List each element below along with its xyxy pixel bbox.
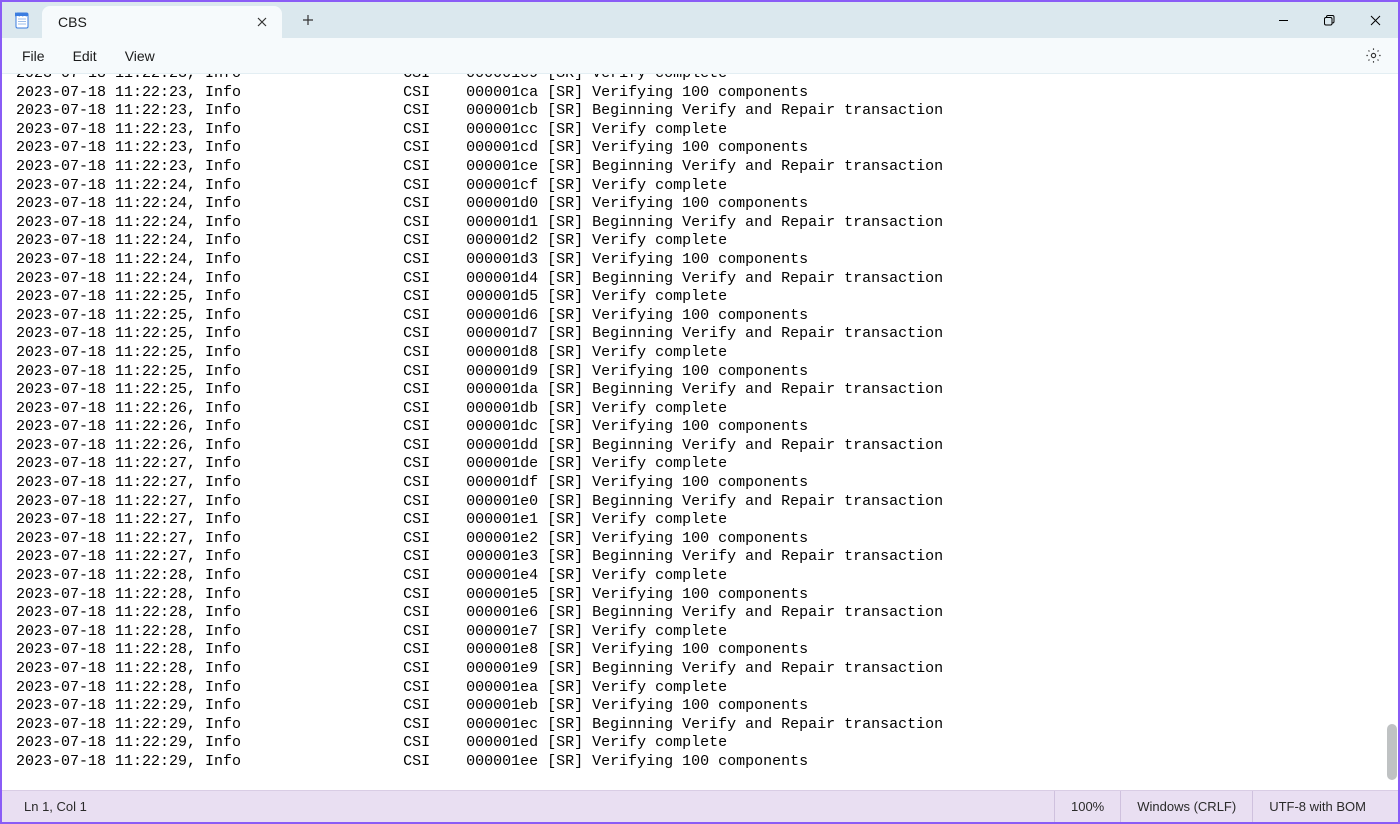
minimize-button[interactable]: [1260, 4, 1306, 36]
new-tab-button[interactable]: [292, 6, 324, 34]
menu-view[interactable]: View: [115, 44, 165, 68]
menu-file[interactable]: File: [12, 44, 55, 68]
settings-button[interactable]: [1358, 41, 1388, 71]
statusbar: Ln 1, Col 1 100% Windows (CRLF) UTF-8 wi…: [2, 790, 1398, 822]
scrollbar-thumb[interactable]: [1387, 724, 1397, 780]
status-caret-position[interactable]: Ln 1, Col 1: [24, 791, 103, 822]
close-window-button[interactable]: [1352, 4, 1398, 36]
scrollbar-track[interactable]: [1384, 74, 1398, 790]
maximize-button[interactable]: [1306, 4, 1352, 36]
titlebar: CBS: [2, 2, 1398, 38]
status-zoom[interactable]: 100%: [1054, 791, 1120, 822]
status-encoding[interactable]: UTF-8 with BOM: [1252, 791, 1382, 822]
menu-edit[interactable]: Edit: [63, 44, 107, 68]
document-tab[interactable]: CBS: [42, 6, 282, 38]
text-content[interactable]: 2023-07-18 11:22:23, Info CSI 000001c9 […: [2, 74, 1398, 772]
editor-area[interactable]: 2023-07-18 11:22:23, Info CSI 000001c9 […: [2, 74, 1398, 790]
notepad-app-icon: [12, 10, 32, 30]
window-controls: [1260, 4, 1398, 36]
close-tab-button[interactable]: [252, 12, 272, 32]
menubar: File Edit View: [2, 38, 1398, 74]
tab-title: CBS: [58, 14, 252, 30]
status-line-ending[interactable]: Windows (CRLF): [1120, 791, 1252, 822]
